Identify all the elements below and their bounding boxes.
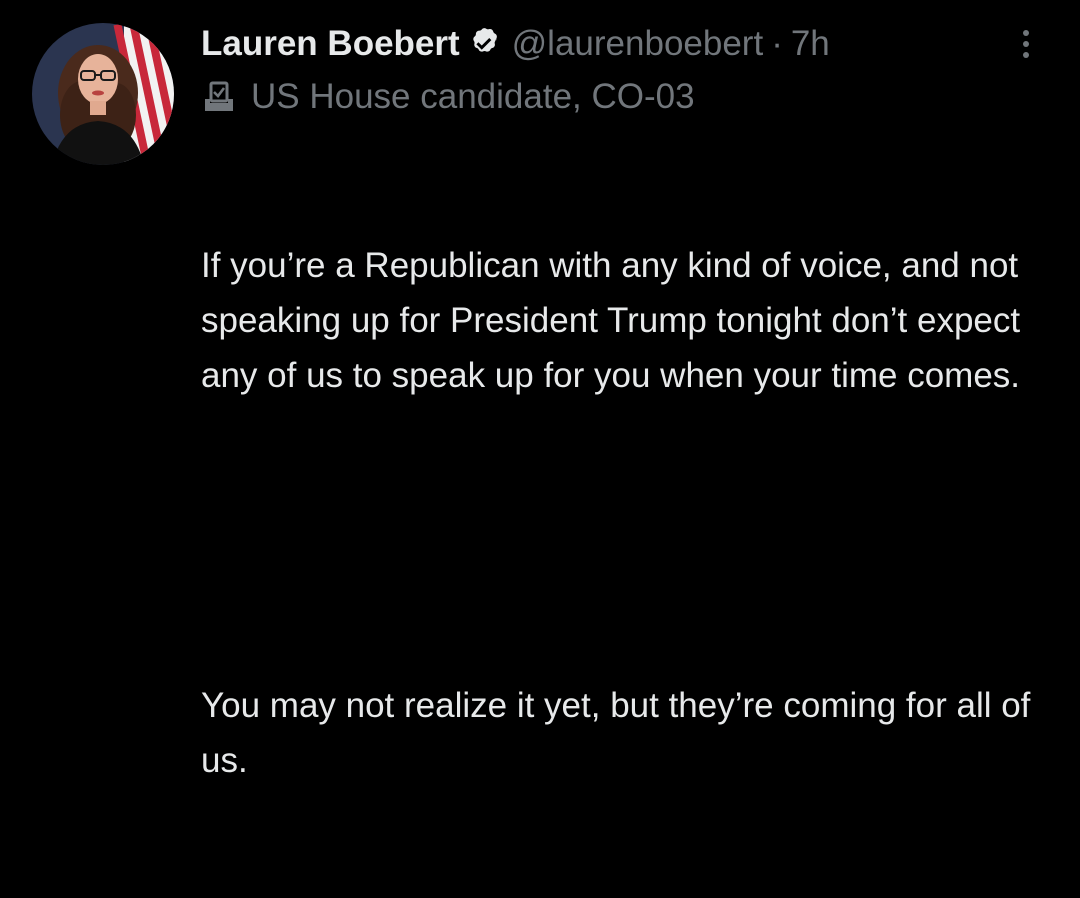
author-label: US House candidate, CO-03 <box>201 72 1051 122</box>
author-display-name[interactable]: Lauren Boebert <box>201 24 460 64</box>
more-options-icon[interactable] <box>1012 24 1040 64</box>
tweet-content: Lauren Boebert @laurenboebert · 7h US Ho… <box>201 18 1051 898</box>
tweet-timestamp[interactable]: 7h <box>791 24 830 64</box>
avatar[interactable] <box>32 23 174 165</box>
tweet-header: Lauren Boebert @laurenboebert · 7h <box>201 18 1051 70</box>
tweet-card: Lauren Boebert @laurenboebert · 7h US Ho… <box>0 0 1080 780</box>
author-handle[interactable]: @laurenboebert <box>512 24 764 64</box>
tweet-paragraph-2: You may not realize it yet, but they’re … <box>201 686 1041 780</box>
avatar-image <box>32 23 174 165</box>
tweet-paragraph-1: If you’re a Republican with any kind of … <box>201 246 1030 395</box>
verified-badge-icon <box>466 26 502 62</box>
tweet-text: If you’re a Republican with any kind of … <box>201 128 1051 898</box>
separator-dot: · <box>771 24 783 63</box>
author-label-text: US House candidate, CO-03 <box>251 77 695 116</box>
ballot-box-icon <box>201 79 237 115</box>
